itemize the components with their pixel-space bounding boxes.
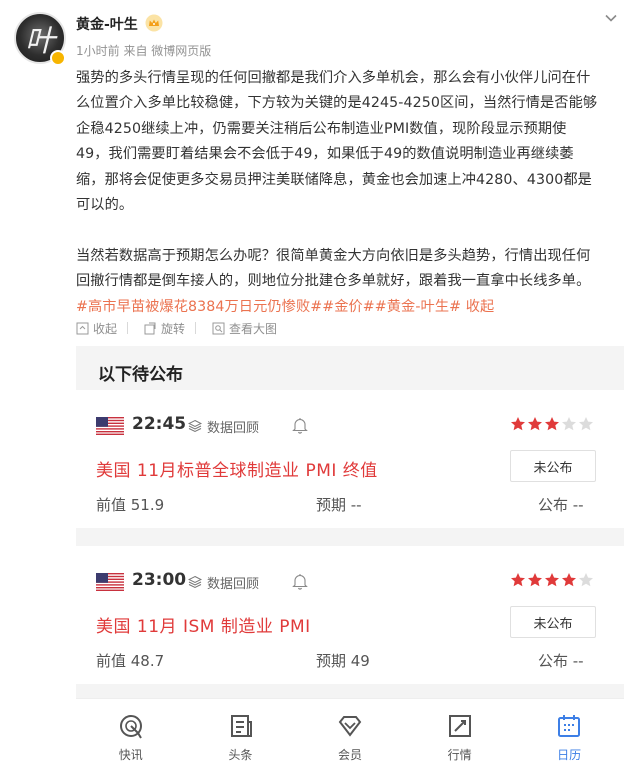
importance-stars — [510, 416, 595, 432]
event-time: 23:00 — [132, 570, 187, 590]
tab-label: 行情 — [447, 748, 472, 762]
star-filled-icon — [545, 417, 559, 431]
post-header: 叶 黄金-叶生 1小时前 来自 微博网页版 — [0, 0, 639, 70]
star-filled-icon — [562, 573, 576, 587]
expected-value: 预期 -- — [316, 496, 362, 514]
crown-icon — [145, 14, 163, 32]
tab-label: 快讯 — [118, 748, 143, 762]
post-line: 企稳4250继续上冲，仍需要关注稍后公布制造业PMI数值，现阶段显示预期使 — [76, 120, 567, 137]
post-line: 49，我们需要盯着结果会不会低于49，如果低于49的数值说明制造业再继续萎 — [76, 146, 574, 163]
event-title[interactable]: 美国 11月标普全球制造业 PMI 终值 — [96, 456, 378, 481]
post-line: 强势的多头行情呈现的任何回撤都是我们介入多单机会，那么会有小伙伴儿问在什 — [76, 70, 591, 86]
star-filled-icon — [528, 573, 542, 587]
rotate-label: 旋转 — [161, 321, 186, 336]
event-card[interactable]: 22:45 数据回顾 美国 11月标普全球制造业 PMI 终值 未公布 前值 5… — [76, 390, 624, 528]
tab-label: 日历 — [557, 748, 582, 762]
layers-icon — [188, 575, 202, 589]
view-large-label: 查看大图 — [229, 321, 278, 336]
data-review-link[interactable]: 数据回顾 — [207, 417, 259, 436]
expected-value: 预期 49 — [316, 652, 370, 670]
tab-calendar[interactable]: 日历 — [514, 699, 624, 762]
collapse-text-link[interactable]: 收起 — [461, 299, 494, 315]
section-title: 以下待公布 — [98, 365, 183, 385]
layers-icon — [188, 419, 202, 433]
post-line: 缩，那将会促使更多交易员押注美联储降息，黄金也会加速上冲4280、4300都是 — [76, 171, 592, 188]
calendar-icon — [558, 715, 581, 737]
star-filled-icon — [528, 417, 542, 431]
post-text: 强势的多头行情呈现的任何回撤都是我们介入多单机会，那么会有小伙伴儿问在什 么位置… — [76, 66, 624, 320]
chart-icon — [448, 715, 471, 737]
event-values: 前值 48.7 预期 49 公布 -- — [96, 650, 604, 672]
tab-market[interactable]: 行情 — [405, 699, 515, 762]
rotate-icon — [144, 322, 156, 334]
author-name[interactable]: 黄金-叶生 — [76, 14, 138, 34]
collapse-image-button[interactable]: 收起 — [76, 320, 129, 337]
post-line: 么位置介入多单比较稳健，下方较为关键的是4245-4250区间，当然行情是否能够 — [76, 95, 598, 112]
importance-stars — [510, 572, 595, 588]
star-filled-icon — [511, 573, 525, 587]
tab-news-flash[interactable]: 快讯 — [76, 699, 186, 762]
view-large-image-button[interactable]: 查看大图 — [212, 320, 277, 337]
zoom-icon — [212, 322, 225, 334]
chevron-down-icon[interactable] — [601, 8, 621, 28]
us-flag-icon — [96, 417, 124, 435]
post-line: 可以的。 — [76, 197, 134, 214]
collapse-label: 收起 — [93, 321, 118, 336]
star-empty-icon — [562, 417, 576, 431]
post-line: 回撤行情都是倒车接人的，则地位分批建仓多单就好，跟着我一直拿中长线多单。 — [76, 273, 591, 290]
data-review-link[interactable]: 数据回顾 — [207, 573, 259, 592]
hashtags-line: #高市早苗被爆花8384万日元仍惨败##金价##黄金-叶生# 收起 — [76, 295, 624, 320]
status-button[interactable]: 未公布 — [510, 450, 596, 482]
collapse-icon — [76, 322, 89, 334]
diamond-icon — [338, 716, 362, 737]
tab-headlines[interactable]: 头条 — [186, 699, 296, 762]
previous-value: 前值 51.9 — [96, 496, 165, 514]
post-line: 当然若数据高于预期怎么办呢？很简单黄金大方向依旧是多头趋势，行情出现任何 — [76, 247, 591, 264]
us-flag-icon — [96, 573, 124, 591]
tab-membership[interactable]: 会员 — [295, 699, 405, 762]
star-empty-icon — [579, 573, 593, 587]
news-icon — [230, 715, 252, 737]
radar-icon — [120, 715, 142, 739]
event-card[interactable]: 23:00 数据回顾 美国 11月 ISM 制造业 PMI 未公布 前值 48.… — [76, 546, 624, 684]
bell-icon[interactable] — [292, 573, 308, 590]
event-time: 22:45 — [132, 414, 187, 434]
event-title[interactable]: 美国 11月 ISM 制造业 PMI — [96, 612, 311, 637]
star-empty-icon — [579, 417, 593, 431]
status-button[interactable]: 未公布 — [510, 606, 596, 638]
published-value: 公布 -- — [538, 496, 584, 514]
event-values: 前值 51.9 预期 -- 公布 -- — [96, 494, 604, 516]
tab-label: 会员 — [337, 748, 362, 762]
post-meta: 1小时前 来自 微博网页版 — [76, 44, 212, 58]
star-filled-icon — [511, 417, 525, 431]
image-actions: 收起 旋转 查看大图 — [76, 318, 293, 338]
star-filled-icon — [545, 573, 559, 587]
bottom-tab-bar: 快讯 头条 会员 行情 日历 — [76, 698, 624, 762]
rotate-image-button[interactable]: 旋转 — [144, 320, 197, 337]
bell-icon[interactable] — [292, 417, 308, 434]
previous-value: 前值 48.7 — [96, 652, 165, 670]
published-value: 公布 -- — [538, 652, 584, 670]
hashtag-links[interactable]: #高市早苗被爆花8384万日元仍惨败##金价##黄金-叶生# — [76, 299, 461, 315]
verified-badge-icon — [50, 50, 66, 66]
tab-label: 头条 — [228, 748, 253, 762]
